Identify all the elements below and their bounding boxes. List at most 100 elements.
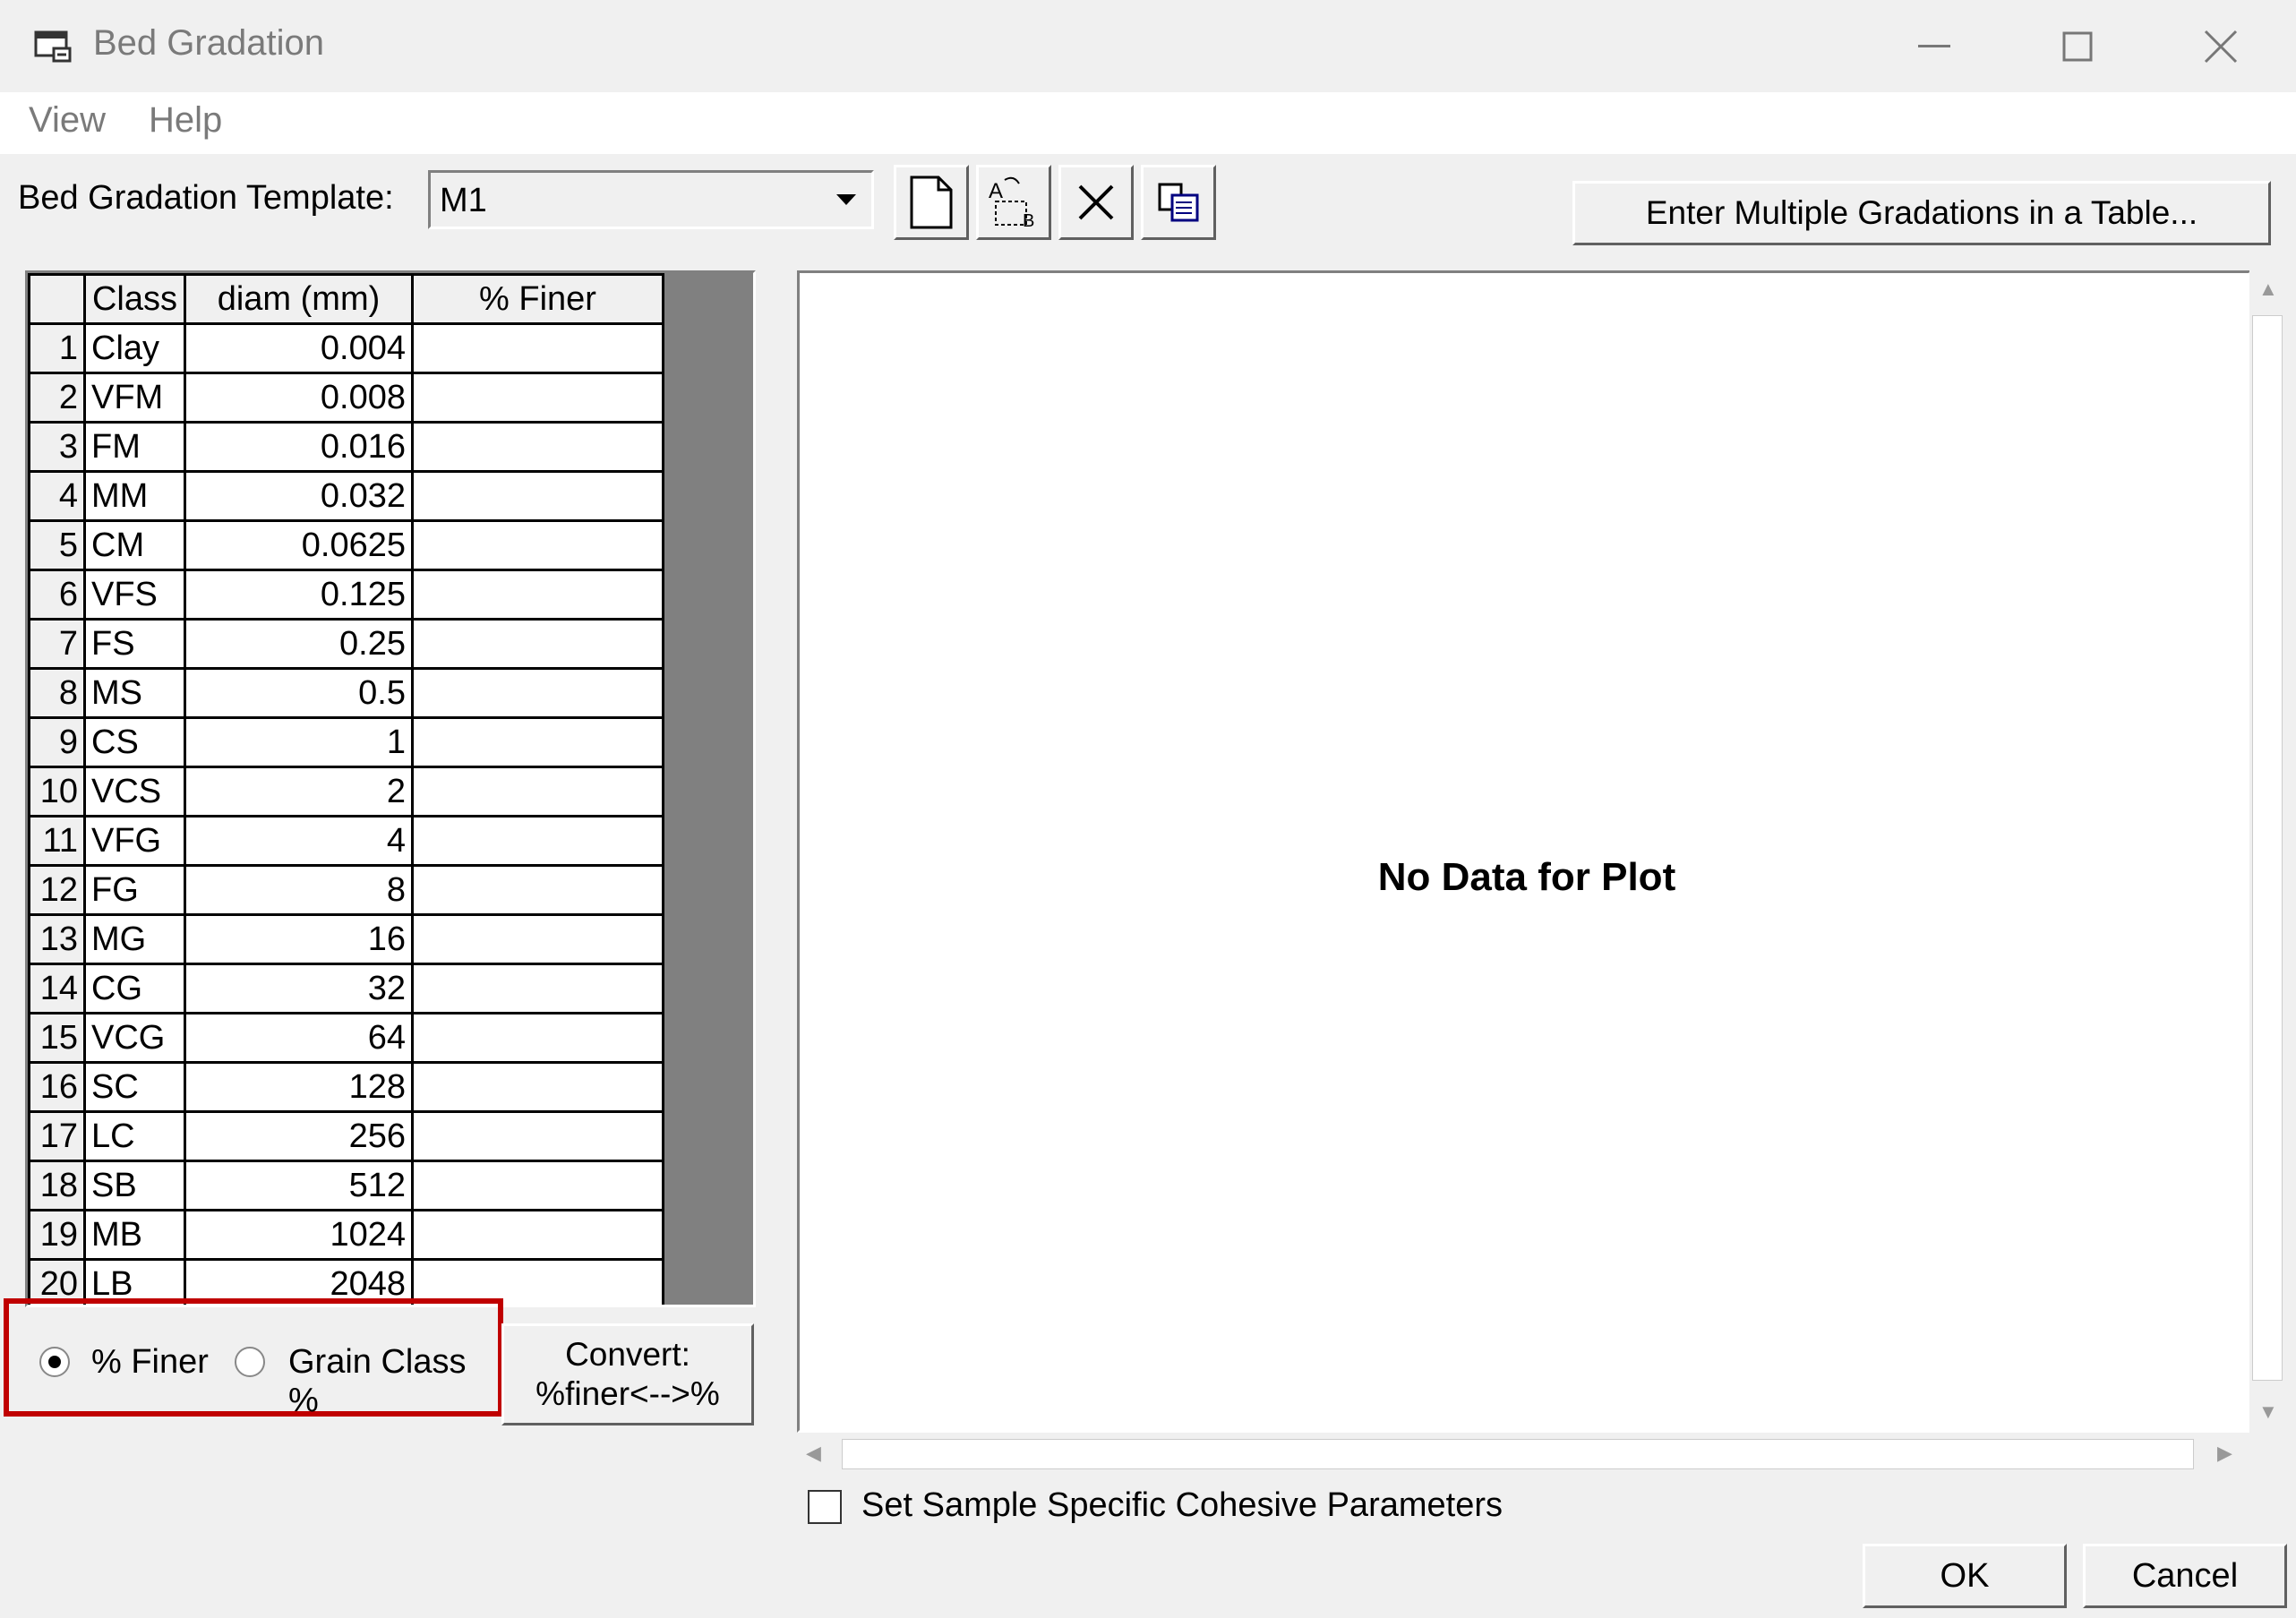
diameter-cell[interactable]: 8 <box>184 864 414 916</box>
table-row[interactable]: 16 SC 128 <box>28 1061 664 1113</box>
grain-class-percent-label[interactable]: Grain Class % <box>288 1343 498 1420</box>
class-cell[interactable]: MB <box>83 1209 186 1261</box>
percent-finer-cell[interactable] <box>411 470 664 522</box>
table-row[interactable]: 8 MS 0.5 <box>28 667 664 719</box>
table-row[interactable]: 9 CS 1 <box>28 716 664 768</box>
percent-finer-cell[interactable] <box>411 1012 664 1064</box>
percent-finer-cell[interactable] <box>411 1110 664 1162</box>
percent-finer-cell[interactable] <box>411 1160 664 1211</box>
class-cell[interactable]: FG <box>83 864 186 916</box>
diameter-cell[interactable]: 32 <box>184 963 414 1014</box>
diameter-cell[interactable]: 4 <box>184 815 414 867</box>
percent-finer-cell[interactable] <box>411 815 664 867</box>
table-row[interactable]: 15 VCG 64 <box>28 1012 664 1064</box>
class-cell[interactable]: LC <box>83 1110 186 1162</box>
scroll-down-icon[interactable]: ▼ <box>2258 1400 2278 1424</box>
table-row[interactable]: 18 SB 512 <box>28 1160 664 1211</box>
class-cell[interactable]: SC <box>83 1061 186 1113</box>
plot-vertical-scrollbar[interactable]: ▲ ▼ <box>2249 270 2285 1433</box>
table-row[interactable]: 10 VCS 2 <box>28 766 664 818</box>
grain-class-percent-radio[interactable] <box>235 1347 265 1377</box>
diameter-cell[interactable]: 0.032 <box>184 470 414 522</box>
table-row[interactable]: 14 CG 32 <box>28 963 664 1014</box>
diameter-cell[interactable]: 1 <box>184 716 414 768</box>
table-row[interactable]: 11 VFG 4 <box>28 815 664 867</box>
table-row[interactable]: 13 MG 16 <box>28 913 664 965</box>
percent-finer-cell[interactable] <box>411 766 664 818</box>
percent-finer-cell[interactable] <box>411 667 664 719</box>
scroll-left-icon[interactable]: ◀ <box>806 1442 821 1465</box>
copy-template-button[interactable] <box>1141 165 1216 240</box>
ok-button[interactable]: OK <box>1863 1544 2067 1608</box>
dropdown-arrow-icon[interactable] <box>821 173 871 227</box>
percent-finer-cell[interactable] <box>411 716 664 768</box>
diameter-cell[interactable]: 0.125 <box>184 569 414 621</box>
diameter-cell[interactable]: 64 <box>184 1012 414 1064</box>
cohesive-parameters-checkbox[interactable] <box>808 1490 842 1524</box>
convert-button[interactable]: Convert: %finer<-->% <box>501 1323 754 1425</box>
percent-finer-label[interactable]: % Finer <box>91 1343 209 1382</box>
table-row[interactable]: 5 CM 0.0625 <box>28 519 664 571</box>
template-dropdown[interactable]: M1 <box>428 170 874 229</box>
class-cell[interactable]: VFG <box>83 815 186 867</box>
percent-finer-radio[interactable] <box>39 1347 70 1377</box>
class-cell[interactable]: MG <box>83 913 186 965</box>
scroll-right-icon[interactable]: ▶ <box>2217 1442 2232 1465</box>
diameter-cell[interactable]: 512 <box>184 1160 414 1211</box>
plot-horizontal-scrollbar[interactable]: ◀ ▶ <box>797 1436 2249 1472</box>
diameter-cell[interactable]: 0.25 <box>184 618 414 670</box>
diameter-cell[interactable]: 256 <box>184 1110 414 1162</box>
percent-finer-cell[interactable] <box>411 1061 664 1113</box>
class-cell[interactable]: MM <box>83 470 186 522</box>
class-cell[interactable]: FM <box>83 421 186 473</box>
diameter-cell[interactable]: 0.016 <box>184 421 414 473</box>
table-row[interactable]: 4 MM 0.032 <box>28 470 664 522</box>
percent-finer-cell[interactable] <box>411 963 664 1014</box>
diameter-cell[interactable]: 1024 <box>184 1209 414 1261</box>
percent-finer-cell[interactable] <box>411 372 664 424</box>
percent-finer-cell[interactable] <box>411 322 664 374</box>
horizontal-scroll-thumb[interactable] <box>842 1439 2194 1469</box>
cohesive-parameters-label[interactable]: Set Sample Specific Cohesive Parameters <box>861 1486 1503 1525</box>
cancel-button[interactable]: Cancel <box>2083 1544 2287 1608</box>
percent-finer-cell[interactable] <box>411 618 664 670</box>
class-cell[interactable]: CG <box>83 963 186 1014</box>
vertical-scroll-thumb[interactable] <box>2252 315 2283 1381</box>
diameter-cell[interactable]: 16 <box>184 913 414 965</box>
class-cell[interactable]: MS <box>83 667 186 719</box>
menu-view[interactable]: View <box>29 100 106 141</box>
class-cell[interactable]: Clay <box>83 322 186 374</box>
class-cell[interactable]: VCS <box>83 766 186 818</box>
table-row[interactable]: 12 FG 8 <box>28 864 664 916</box>
class-cell[interactable]: VFS <box>83 569 186 621</box>
table-row[interactable]: 19 MB 1024 <box>28 1209 664 1261</box>
class-cell[interactable]: FS <box>83 618 186 670</box>
diameter-cell[interactable]: 0.008 <box>184 372 414 424</box>
enter-multiple-gradations-button[interactable]: Enter Multiple Gradations in a Table... <box>1572 181 2271 245</box>
maximize-button[interactable] <box>2010 0 2145 92</box>
percent-finer-cell[interactable] <box>411 864 664 916</box>
class-cell[interactable]: CM <box>83 519 186 571</box>
table-row[interactable]: 1 Clay 0.004 <box>28 322 664 374</box>
new-template-button[interactable] <box>894 165 969 240</box>
diameter-cell[interactable]: 0.004 <box>184 322 414 374</box>
percent-finer-cell[interactable] <box>411 519 664 571</box>
diameter-cell[interactable]: 128 <box>184 1061 414 1113</box>
delete-template-button[interactable] <box>1058 165 1134 240</box>
close-button[interactable] <box>2154 0 2288 92</box>
scroll-up-icon[interactable]: ▲ <box>2258 278 2278 301</box>
diameter-cell[interactable]: 2 <box>184 766 414 818</box>
class-cell[interactable]: VFM <box>83 372 186 424</box>
percent-finer-cell[interactable] <box>411 913 664 965</box>
rename-template-button[interactable]: A B <box>976 165 1051 240</box>
minimize-button[interactable] <box>1867 0 2001 92</box>
table-row[interactable]: 3 FM 0.016 <box>28 421 664 473</box>
percent-finer-cell[interactable] <box>411 421 664 473</box>
table-row[interactable]: 17 LC 256 <box>28 1110 664 1162</box>
table-row[interactable]: 2 VFM 0.008 <box>28 372 664 424</box>
diameter-cell[interactable]: 0.5 <box>184 667 414 719</box>
percent-finer-cell[interactable] <box>411 1209 664 1261</box>
table-row[interactable]: 7 FS 0.25 <box>28 618 664 670</box>
class-cell[interactable]: VCG <box>83 1012 186 1064</box>
diameter-cell[interactable]: 0.0625 <box>184 519 414 571</box>
